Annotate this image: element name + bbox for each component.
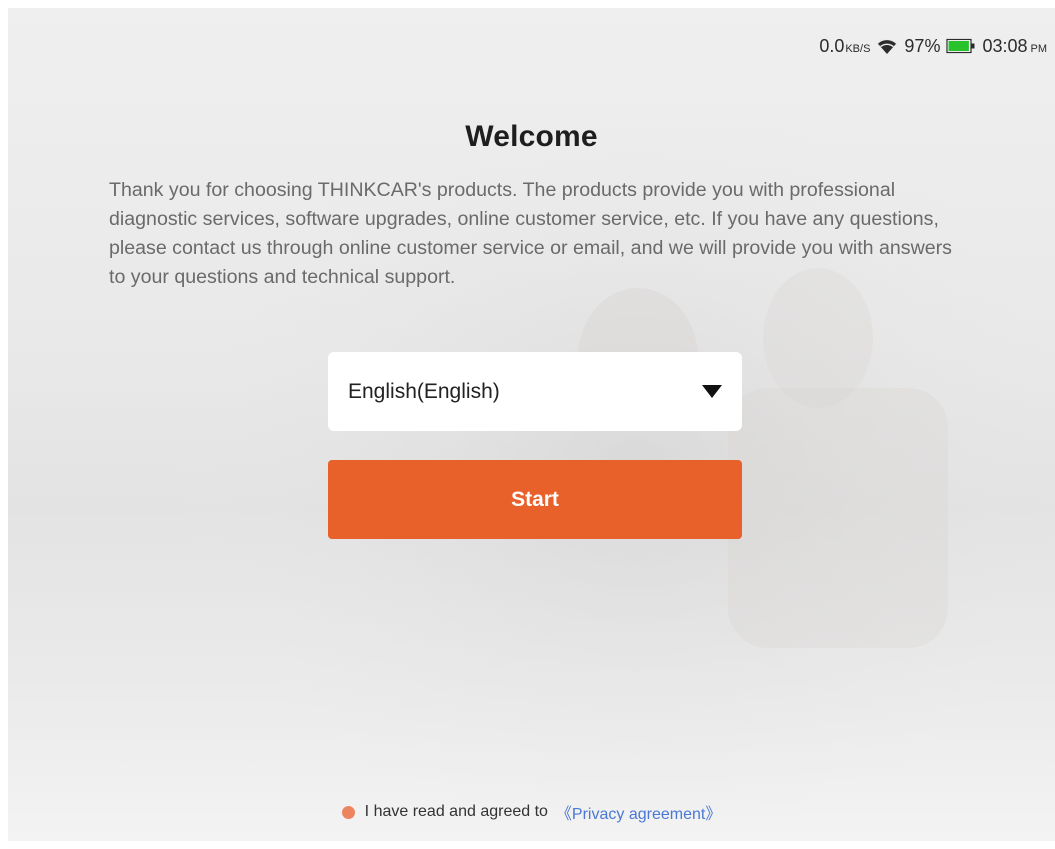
network-speed-unit: KB/S (845, 42, 871, 55)
welcome-description: Thank you for choosing THINKCAR's produc… (109, 179, 952, 288)
language-select[interactable]: English(English) (328, 352, 742, 431)
network-speed: 0.0 KB/S (819, 36, 870, 57)
clock: 03:08 PM (982, 36, 1047, 57)
wifi-icon (876, 37, 898, 55)
status-bar: 0.0 KB/S 97% 03:08 PM (819, 34, 1047, 58)
clock-ampm: PM (1030, 42, 1048, 55)
clock-time: 03:08 (982, 35, 1028, 56)
welcome-screen: 0.0 KB/S 97% 03:08 PM Welcome Thank you fo… (8, 8, 1055, 841)
agreement-text: I have read and agreed to (364, 803, 548, 820)
privacy-agreement-link[interactable]: 《Privacy agreement》 (556, 800, 721, 824)
page-title: Welcome (465, 120, 598, 153)
agreement-radio[interactable] (341, 805, 355, 819)
battery-icon (946, 38, 976, 54)
caret-down-icon (702, 385, 722, 398)
network-speed-value: 0.0 (819, 35, 845, 56)
language-select-value: English(English) (348, 379, 500, 403)
battery-percent: 97% (904, 35, 941, 56)
start-button[interactable]: Start (328, 460, 742, 539)
privacy-agreement-row: I have read and agreed to 《Privacy agree… (8, 800, 1055, 824)
